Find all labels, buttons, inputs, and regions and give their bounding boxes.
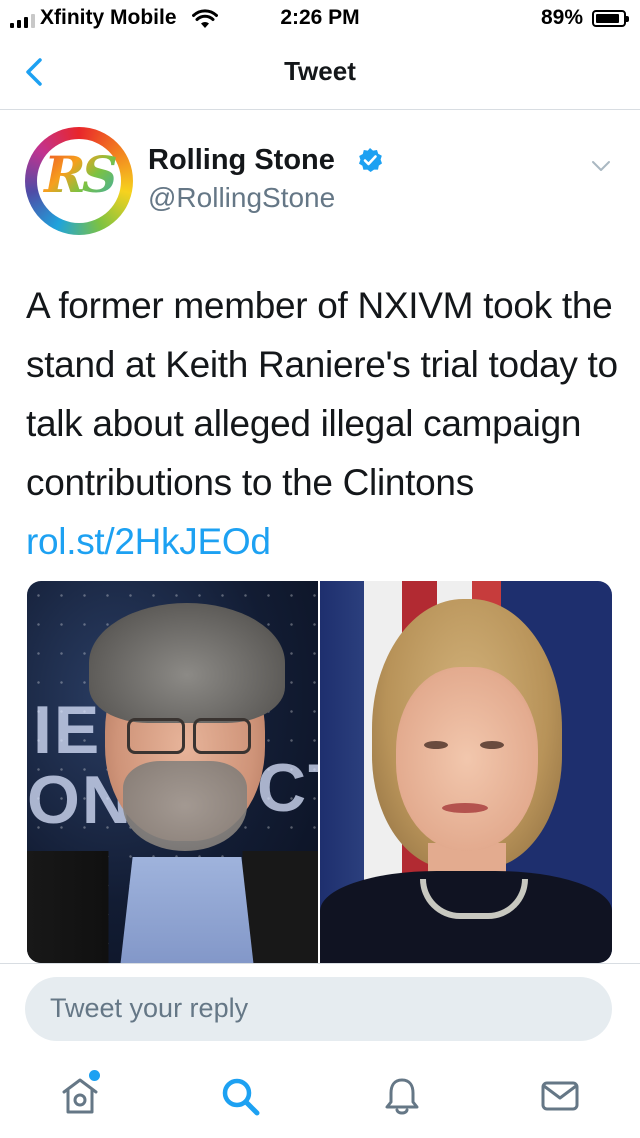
display-name[interactable]: Rolling Stone — [148, 144, 335, 177]
navigation-bar: Tweet — [0, 40, 640, 110]
divider — [0, 963, 640, 964]
page-title: Tweet — [284, 56, 356, 86]
avatar-logo-text: RS — [25, 145, 133, 204]
notifications-icon[interactable] — [380, 1074, 424, 1118]
tweet-body: A former member of NXIVM took the stand … — [26, 285, 618, 503]
tweet-text: A former member of NXIVM took the stand … — [26, 276, 626, 571]
messages-icon[interactable] — [538, 1074, 582, 1118]
chevron-down-icon[interactable] — [590, 155, 612, 177]
photo-woman[interactable] — [320, 581, 612, 963]
tweet-link[interactable]: rol.st/2HkJEOd — [26, 521, 271, 562]
reply-placeholder: Tweet your reply — [50, 993, 249, 1023]
avatar[interactable]: RS — [25, 127, 133, 235]
photo-background-text: CT — [257, 750, 318, 826]
status-bar: Xfinity Mobile 2:26 PM 89% — [0, 0, 640, 40]
photo-man[interactable]: IE ON CT — [27, 581, 318, 963]
photo-background-text: IE — [33, 692, 102, 768]
battery-icon — [592, 10, 629, 27]
home-notification-dot — [89, 1070, 100, 1081]
search-icon[interactable] — [218, 1074, 262, 1118]
tweet-media[interactable]: IE ON CT — [27, 581, 612, 963]
reply-input[interactable]: Tweet your reply — [25, 977, 612, 1041]
verified-badge-icon — [359, 148, 382, 172]
user-handle[interactable]: @RollingStone — [148, 182, 335, 214]
battery-percentage: 89% — [540, 6, 583, 29]
